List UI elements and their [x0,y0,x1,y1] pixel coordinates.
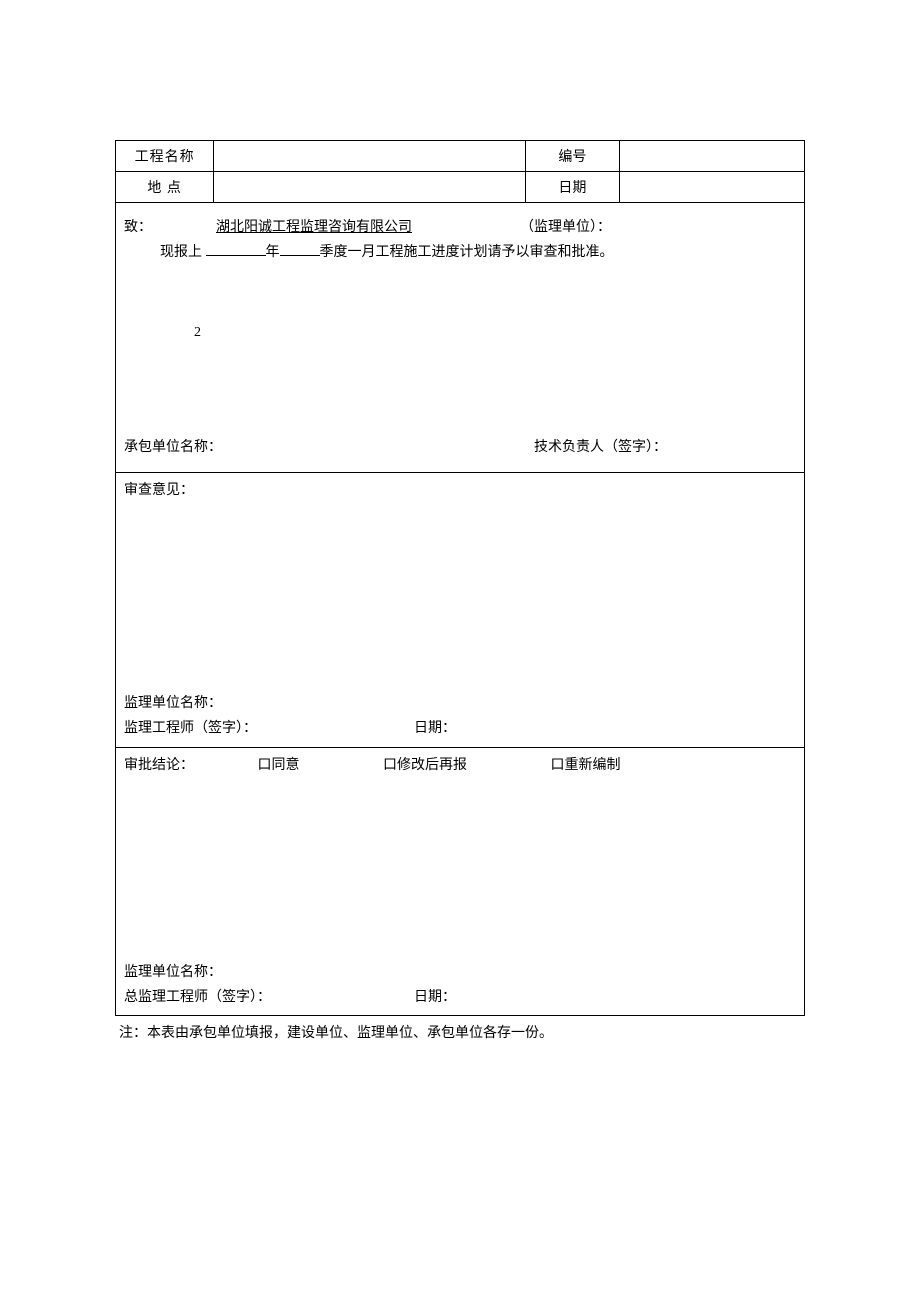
approval-conclusion-line: 审批结论： 口同意 口修改后再报 口重新编制 [124,753,796,778]
supervision-unit-name-label: 监理单位名称： [124,691,796,716]
review-opinion-label: 审查意见： [124,478,796,503]
attachment-number: 2 [124,265,796,345]
section1-signature-line: 承包单位名称： 技术负责人（签字）： [124,435,796,460]
option-redo[interactable]: 口重新编制 [551,758,621,773]
section2-signature-line: 监理工程师（签字）： 日期： [124,716,796,741]
engineer-sign-label: 监理工程师（签字）： [124,716,414,741]
date-field[interactable] [619,172,804,203]
report-prefix: 现报上 [160,245,202,260]
to-label: 致： [124,215,152,240]
chief-engineer-sign-label: 总监理工程师（签字）： [124,985,414,1010]
quarter-blank[interactable] [280,242,320,256]
company-name: 湖北阳诚工程监理咨询有限公司 [216,215,476,240]
unit-type-label: （监理单位）： [520,215,611,240]
header-row-2: 地 点 日期 [116,172,805,203]
report-line: 现报上 年 季度一月工程施工进度计划请予以审查和批准。 [124,240,796,265]
form-table: 工程名称 编号 地 点 日期 致： 湖北阳诚工程监理咨询有限公司 （监理单位）：… [115,140,805,1016]
conclusion-label: 审批结论： [124,758,194,773]
project-name-field[interactable] [214,141,526,172]
date-label: 日期 [526,172,619,203]
header-row-1: 工程名称 编号 [116,141,805,172]
project-name-label: 工程名称 [116,141,214,172]
number-field[interactable] [619,141,804,172]
year-blank[interactable] [206,242,266,256]
location-field[interactable] [214,172,526,203]
year-suffix: 年 [266,245,280,260]
tech-lead-sign-label: 技术负责人（签字）： [534,435,667,460]
number-label: 编号 [526,141,619,172]
section2-date-label: 日期： [414,716,456,741]
section3-signature-line: 总监理工程师（签字）： 日期： [124,985,796,1010]
footer-note: 注：本表由承包单位填报，建设单位、监理单位、承包单位各存一份。 [115,1016,805,1042]
section3-supervision-unit-label: 监理单位名称： [124,960,796,985]
approval-body[interactable] [124,778,796,960]
section3-date-label: 日期： [414,985,456,1010]
option-revise[interactable]: 口修改后再报 [383,758,467,773]
quarter-suffix: 季度一月工程施工进度计划请予以审查和批准。 [320,245,614,260]
section-2-row: 审查意见： 监理单位名称： 监理工程师（签字）： 日期： [116,473,805,748]
location-label: 地 点 [116,172,214,203]
review-opinion-body[interactable] [124,503,796,691]
option-agree[interactable]: 口同意 [258,758,300,773]
section-1-row: 致： 湖北阳诚工程监理咨询有限公司 （监理单位）： 现报上 年 季度一月工程施工进… [116,203,805,473]
contractor-name-label: 承包单位名称： [124,435,534,460]
addressee-line: 致： 湖北阳诚工程监理咨询有限公司 （监理单位）： [124,215,796,240]
section-3-row: 审批结论： 口同意 口修改后再报 口重新编制 监理单位名称： 总监理工程师（签字… [116,747,805,1016]
